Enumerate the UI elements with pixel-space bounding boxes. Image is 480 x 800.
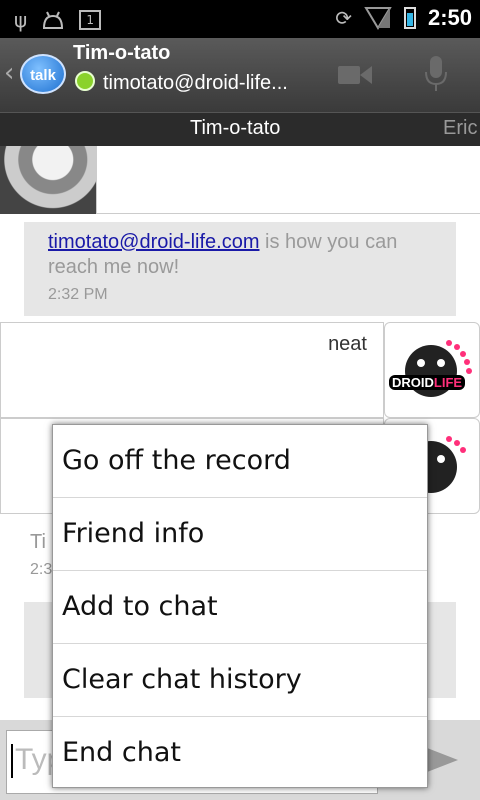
menu-item-end-chat[interactable]: End chat <box>53 717 427 790</box>
own-avatar: DROIDLIFE <box>384 322 480 418</box>
text-caret <box>11 744 13 779</box>
signal-icon <box>364 7 392 30</box>
menu-item-go-off-the-record[interactable]: Go off the record <box>53 425 427 498</box>
notification-count-icon: 1 <box>79 10 102 30</box>
video-chat-icon[interactable] <box>338 64 372 86</box>
chat-title-bar: ‹ talk Tim-o-tato timotato@droid-life... <box>0 38 480 112</box>
tab-tim-o-tato[interactable]: Tim-o-tato <box>190 117 280 140</box>
sync-icon: ⟳ <box>335 6 352 30</box>
back-chevron-icon[interactable]: ‹ <box>4 58 14 88</box>
message-timestamp: 2:32 PM <box>48 286 108 303</box>
email-link[interactable]: timotato@droid-life.com <box>48 231 259 253</box>
contact-name: Tim-o-tato <box>73 42 171 64</box>
tab-eric[interactable]: Eric <box>443 117 477 140</box>
droid-life-logo-icon <box>405 340 472 397</box>
menu-item-friend-info[interactable]: Friend info <box>53 498 427 571</box>
voice-chat-icon[interactable] <box>425 56 447 92</box>
chat-context-menu: Go off the record Friend info Add to cha… <box>52 424 428 788</box>
menu-item-add-to-chat[interactable]: Add to chat <box>53 571 427 644</box>
droid-life-logo-text: DROIDLIFE <box>389 375 466 390</box>
talk-app-logo[interactable]: talk <box>20 54 66 94</box>
battery-icon <box>403 7 416 29</box>
chat-tabs: Tim-o-tato Eric <box>0 112 480 146</box>
incoming-message: timotato@droid-life.com is how you can r… <box>24 222 456 316</box>
message-card <box>96 146 480 214</box>
contact-avatar <box>0 146 96 214</box>
menu-item-clear-chat-history[interactable]: Clear chat history <box>53 644 427 717</box>
usb-icon: ψ <box>14 8 28 32</box>
message-text: neat <box>328 333 367 355</box>
message-text: timotato@droid-life.com is how you can r… <box>48 231 398 278</box>
android-debug-icon <box>43 11 64 29</box>
status-message: Ti 2:3 <box>30 531 53 578</box>
outgoing-message: neat <box>0 322 384 418</box>
clock: 2:50 <box>427 5 472 30</box>
contact-status-email: timotato@droid-life... <box>103 72 288 94</box>
presence-available-icon <box>75 71 95 91</box>
status-bar: ψ 1 ⟳ 2:50 <box>0 0 480 38</box>
